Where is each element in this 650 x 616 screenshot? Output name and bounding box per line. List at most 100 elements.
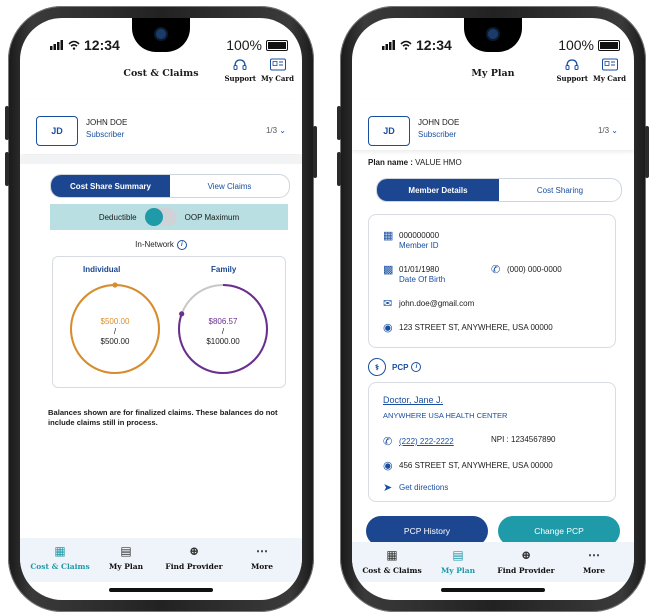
family-slash: / <box>221 327 225 336</box>
volume-button <box>5 106 9 140</box>
pcp-label: PCP <box>392 362 409 372</box>
support-button[interactable]: Support <box>556 58 588 83</box>
in-network-text: In-Network <box>135 240 174 250</box>
member-name: JOHN DOE <box>86 118 128 127</box>
page-title: Cost & Claims <box>123 68 199 79</box>
info-icon[interactable]: i <box>411 362 422 372</box>
plan-name-label: Plan name : <box>368 158 413 167</box>
tab-cost-sharing[interactable]: Cost Sharing <box>499 179 621 201</box>
member-pager[interactable]: 1/3 ⌄ <box>266 126 286 135</box>
volume-button <box>337 106 341 140</box>
deductible-oop-switch[interactable] <box>144 208 177 226</box>
pcp-heading: ⚕ PCP i <box>368 358 422 376</box>
chevron-down-icon: ⌄ <box>611 126 618 135</box>
family-ring-marker <box>179 311 185 317</box>
phone-icon: ✆ <box>491 264 501 276</box>
tab-cost-claims[interactable]: ▦ Cost & Claims <box>358 548 426 575</box>
member-address: 123 STREET ST, ANYWHERE, USA 00000 <box>399 323 553 332</box>
power-button <box>313 126 317 178</box>
camera <box>156 29 166 39</box>
email-row: ✉ john.doe@gmail.com <box>383 297 474 310</box>
tab-cost-claims-label: Cost & Claims <box>362 566 422 575</box>
address-row: ◉ 123 STREET ST, ANYWHERE, USA 00000 <box>383 321 553 334</box>
tab-my-plan[interactable]: ▤ My Plan <box>92 544 160 571</box>
pcp-phone-link[interactable]: (222) 222-2222 <box>399 437 454 446</box>
wifi-icon <box>400 40 412 50</box>
location-icon: ◉ <box>383 460 393 472</box>
support-button[interactable]: Support <box>224 58 256 83</box>
family-spent: $806.57 <box>208 317 238 326</box>
individual-values: $500.00 / $500.00 <box>71 317 159 347</box>
wifi-icon <box>68 40 80 50</box>
get-directions-link[interactable]: ➤ Get directions <box>383 481 448 494</box>
member-phone: (000) 000-0000 <box>507 265 562 274</box>
calendar-icon: ▩ <box>383 264 394 276</box>
tab-my-plan[interactable]: ▤ My Plan <box>424 548 492 575</box>
screen-cost-claims: 12:34 100% Cost & Claims Support My Card… <box>20 18 302 600</box>
my-card-button[interactable]: My Card <box>261 58 294 83</box>
bottom-tab-bar: ▦ Cost & Claims ▤ My Plan ⊕ Find Provide… <box>352 542 634 582</box>
tab-cost-share-summary[interactable]: Cost Share Summary <box>51 175 170 197</box>
tab-find-provider[interactable]: ⊕ Find Provider <box>160 544 228 571</box>
tab-more[interactable]: ⋯ More <box>560 548 628 575</box>
pager-text: 1/3 <box>265 126 278 135</box>
pcp-center: ANYWHERE USA HEALTH CENTER <box>383 411 508 420</box>
pcp-address-row: ◉ 456 STREET ST, ANYWHERE, USA 00000 <box>383 459 553 472</box>
individual-ring-marker <box>112 282 118 288</box>
tab-cost-claims[interactable]: ▦ Cost & Claims <box>26 544 94 571</box>
tab-member-details[interactable]: Member Details <box>377 179 499 201</box>
cost-claims-icon: ▦ <box>386 548 398 562</box>
in-network-label: In-Network i <box>20 240 302 250</box>
id-card-icon: ▦ <box>383 230 394 242</box>
my-card-button[interactable]: My Card <box>593 58 626 83</box>
member-selector[interactable]: JD JOHN DOE Subscriber 1/3 ⌄ <box>352 100 634 150</box>
avatar: JD <box>36 116 78 146</box>
plan-tabs: Member Details Cost Sharing <box>376 178 622 202</box>
divider <box>20 156 302 164</box>
id-card-icon <box>261 58 294 74</box>
my-plan-icon: ▤ <box>452 548 464 562</box>
stethoscope-icon: ⚕ <box>368 358 386 376</box>
tab-my-plan-label: My Plan <box>108 562 144 571</box>
volume-button <box>337 152 341 186</box>
member-selector[interactable]: JD JOHN DOE Subscriber 1/3 ⌄ <box>20 100 302 154</box>
member-pager[interactable]: 1/3 ⌄ <box>598 126 618 135</box>
tab-view-claims[interactable]: View Claims <box>170 175 289 197</box>
accumulator-card: Individual Family $500.00 / $500.00 $806… <box>52 256 286 388</box>
tab-find-provider[interactable]: ⊕ Find Provider <box>492 548 560 575</box>
individual-spent: $500.00 <box>100 317 130 326</box>
status-time: 12:34 <box>416 37 452 53</box>
home-indicator <box>109 588 213 592</box>
plan-name: Plan name : VALUE HMO <box>368 158 462 167</box>
directions-icon: ➤ <box>383 482 393 494</box>
member-role: Subscriber <box>86 130 125 139</box>
member-email: john.doe@gmail.com <box>399 299 475 308</box>
my-card-label: My Card <box>593 74 626 83</box>
battery-icon <box>266 40 288 51</box>
member-details-card: ▦ 000000000 Member ID ▩ 01/01/1980 Date … <box>368 214 616 348</box>
pager-text: 1/3 <box>597 126 610 135</box>
my-card-label: My Card <box>261 74 294 83</box>
more-icon: ⋯ <box>588 548 600 562</box>
plan-name-value: VALUE HMO <box>415 158 462 167</box>
pcp-npi: NPI : 1234567890 <box>491 435 556 444</box>
family-label: Family <box>211 265 237 274</box>
find-provider-icon: ⊕ <box>520 548 532 562</box>
deductible-oop-toggle: Deductible OOP Maximum <box>50 204 288 230</box>
support-label: Support <box>224 74 256 83</box>
pcp-card: Doctor, Jane J. ANYWHERE USA HEALTH CENT… <box>368 382 616 502</box>
family-values: $806.57 / $1000.00 <box>179 317 267 347</box>
pcp-doctor-link[interactable]: Doctor, Jane J. <box>383 395 443 405</box>
tab-more[interactable]: ⋯ More <box>228 544 296 571</box>
phone-row: ✆ (000) 000-0000 <box>491 263 562 276</box>
individual-label: Individual <box>83 265 121 274</box>
camera <box>488 29 498 39</box>
tab-find-provider-label: Find Provider <box>165 562 223 571</box>
status-time: 12:34 <box>84 37 120 53</box>
tab-more-label: More <box>582 566 606 575</box>
info-icon[interactable]: i <box>176 240 187 250</box>
cost-tabs: Cost Share Summary View Claims <box>50 174 290 198</box>
phone-cost-claims: 12:34 100% Cost & Claims Support My Card… <box>5 6 317 612</box>
screen-my-plan: 12:34 100% My Plan Support My Card JD JO… <box>352 18 634 600</box>
power-button <box>645 126 649 178</box>
